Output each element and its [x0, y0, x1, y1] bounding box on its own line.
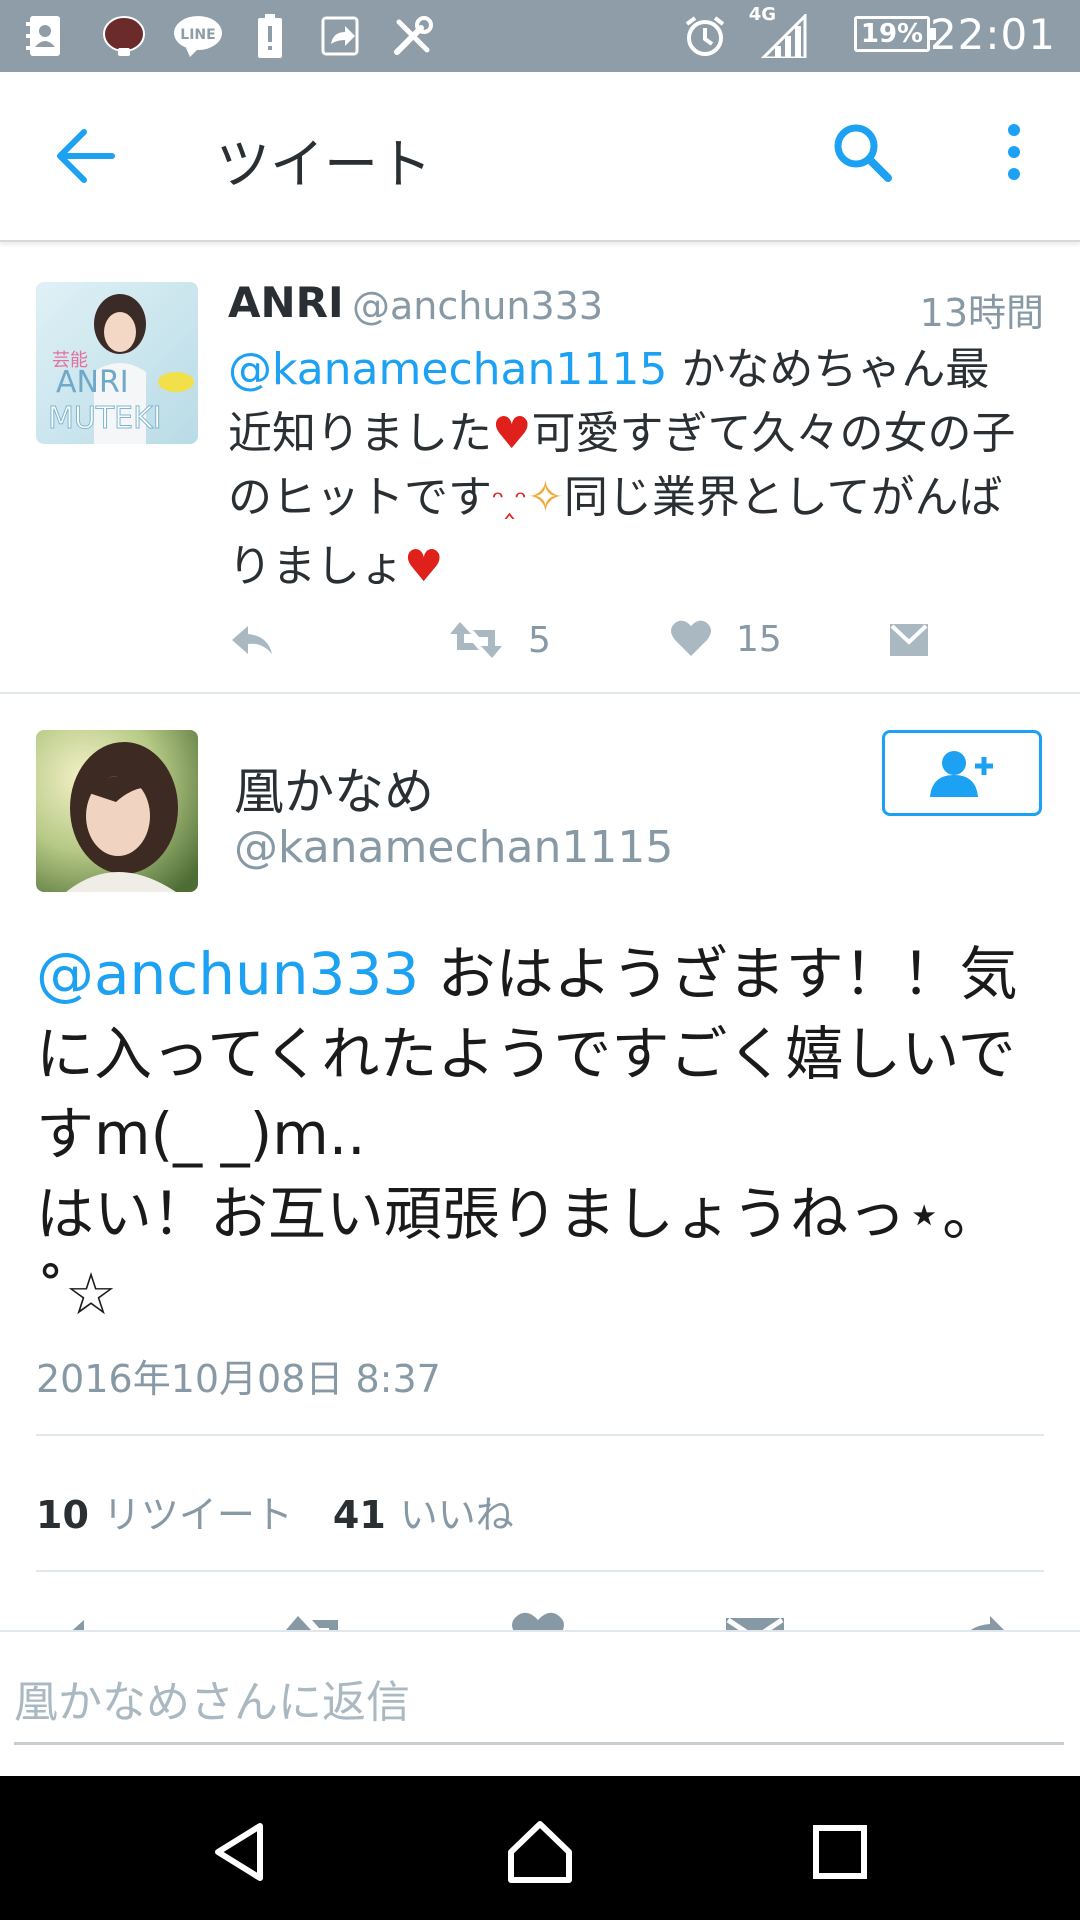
signal-icon	[760, 14, 808, 58]
reply-bar	[0, 1630, 1080, 1778]
contacts-icon	[22, 14, 66, 58]
svg-text:MUTEKI: MUTEKI	[48, 401, 162, 436]
like-button[interactable]: 15	[670, 618, 782, 660]
add-user-icon	[930, 751, 993, 797]
arrow-left-icon	[57, 129, 115, 183]
more-vertical-icon	[1008, 124, 1020, 180]
author-name[interactable]: 凰かなめ	[234, 752, 434, 824]
nav-home-button[interactable]	[500, 1812, 580, 1892]
status-bar: LINE 4G 19% 22:01	[0, 0, 1080, 72]
tweet-stats: 10 リツイート 41 いいね	[36, 1484, 554, 1539]
more-options-button[interactable]	[990, 116, 1038, 188]
mention-link[interactable]: @anchun333	[36, 940, 419, 1008]
direct-message-button[interactable]	[888, 620, 930, 660]
mail-icon	[890, 624, 928, 656]
retweet-count: 5	[528, 619, 551, 661]
divider	[36, 1434, 1044, 1436]
author-handle[interactable]: @anchun333	[352, 284, 603, 328]
navigation-bar	[0, 1776, 1080, 1920]
retweets-label[interactable]: リツイート	[103, 1484, 293, 1539]
back-button[interactable]	[50, 126, 122, 186]
likes-label[interactable]: いいね	[400, 1484, 514, 1539]
reply-input[interactable]	[14, 1662, 1064, 1745]
svg-text:ANRI: ANRI	[56, 365, 129, 400]
battery-alert-icon	[254, 14, 286, 58]
tools-icon	[390, 14, 436, 58]
retweet-button[interactable]: 5	[448, 618, 551, 662]
tweet-parent[interactable]: 芸能 ANRI MUTEKI ANRI @anchun333 13時間 @kan…	[0, 242, 1080, 694]
svg-text:LINE: LINE	[180, 27, 215, 43]
tweet-text: @kanamechan1115 かなめちゃん最近知りました♥可愛すぎて久々の女の…	[228, 344, 1016, 592]
follow-button[interactable]	[882, 730, 1042, 816]
line-icon: LINE	[172, 14, 224, 58]
heart-emoji: ♥	[492, 408, 532, 459]
heart-icon	[671, 620, 711, 656]
divider	[36, 1570, 1044, 1572]
retweets-count[interactable]: 10	[36, 1493, 89, 1537]
tweet-timestamp: 2016年10月08日 8:37	[36, 1357, 441, 1401]
avatar-anri[interactable]: 芸能 ANRI MUTEKI	[36, 282, 198, 444]
retweet-icon	[450, 622, 502, 658]
nav-back-button[interactable]	[200, 1812, 280, 1892]
reply-button[interactable]	[228, 620, 276, 660]
heart-emoji: ♥	[404, 541, 444, 592]
author-handle[interactable]: @kanamechan1115	[234, 822, 673, 873]
tweet-time: 13時間	[919, 291, 1044, 335]
triangle-back-icon	[215, 1823, 263, 1881]
nav-recents-button[interactable]	[800, 1812, 880, 1892]
tweet-text: @anchun333 おはようざます！！気に入ってくれたようですごく嬉しいですm…	[36, 940, 1018, 1328]
page-title: ツイート	[216, 133, 432, 196]
share-icon	[318, 14, 362, 58]
tweet-focused: 凰かなめ @kanamechan1115 @anchun333 おはようざます！…	[0, 694, 1080, 1642]
reply-icon	[232, 626, 272, 654]
sparkle-emoji: ✧	[526, 472, 564, 523]
mention-link[interactable]: @kanamechan1115	[228, 344, 667, 395]
likes-count[interactable]: 41	[333, 1493, 386, 1537]
toolbar: ツイート	[0, 72, 1080, 242]
alarm-icon	[682, 14, 728, 58]
search-button[interactable]	[826, 116, 898, 188]
like-count: 15	[736, 618, 782, 660]
search-icon	[834, 124, 892, 182]
home-icon	[508, 1821, 572, 1883]
avatar-kaname[interactable]	[36, 730, 198, 892]
author-name[interactable]: ANRI	[228, 278, 344, 327]
app-icon	[100, 14, 148, 58]
clock: 22:01	[929, 10, 1056, 59]
recents-icon	[813, 1825, 867, 1879]
face-emoji: ᵔ‸ᵔ	[492, 485, 527, 520]
battery-indicator: 19%	[854, 16, 936, 52]
